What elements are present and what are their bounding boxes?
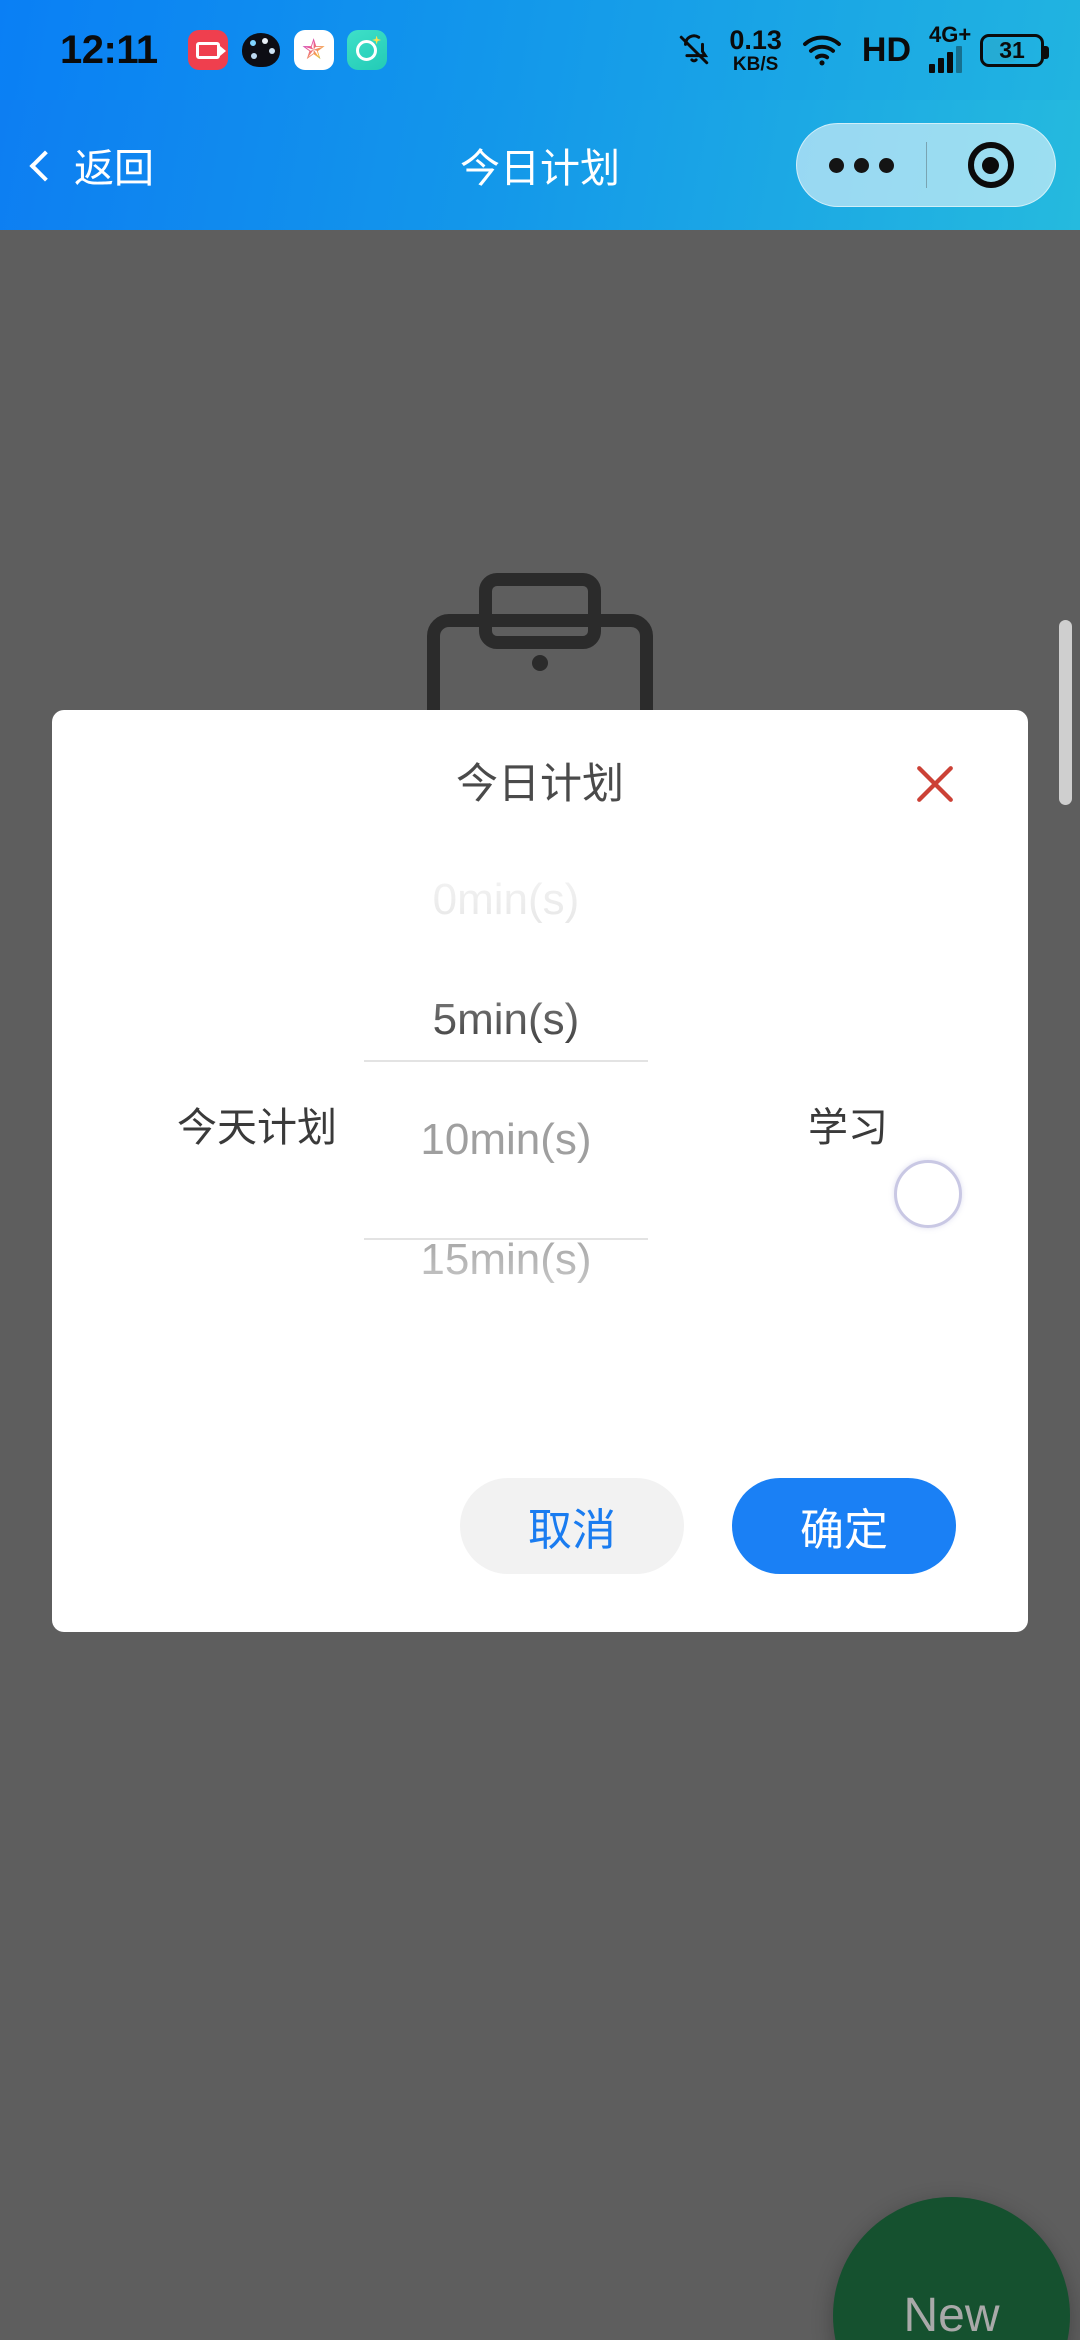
picker-option[interactable]: 15min(s) xyxy=(364,1200,648,1320)
network-speed: 0.13 KB/S xyxy=(729,24,782,75)
bell-off-icon xyxy=(677,32,711,68)
status-bar: 12:11 ✯ 0.13 KB/S HD 4G+ 31 xyxy=(0,0,1080,100)
status-bar-right: 0.13 KB/S HD 4G+ 31 xyxy=(677,22,1080,75)
more-dots-icon[interactable] xyxy=(797,157,926,173)
screen-recorder-icon xyxy=(187,30,228,70)
hd-icon: HD xyxy=(861,30,911,69)
task-group: 学习 xyxy=(712,840,1028,1430)
task-radio[interactable] xyxy=(894,1160,962,1228)
signal-4g-icon: 4G+ xyxy=(929,22,971,73)
miniprogram-capsule xyxy=(796,123,1056,207)
close-x-icon[interactable] xyxy=(906,755,964,813)
dialog-title: 今日计划 xyxy=(455,760,624,807)
target-circle-icon[interactable] xyxy=(927,142,1056,188)
page-scrollbar[interactable] xyxy=(1059,620,1072,805)
status-app-icons: ✯ xyxy=(187,30,387,70)
confirm-button[interactable]: 确定 xyxy=(732,1478,956,1574)
today-plan-dialog: 今日计划 今天计划 0min(s) 5min(s) 10min(s) 15min… xyxy=(52,710,1028,1632)
star-app-icon: ✯ xyxy=(293,30,334,70)
plan-picker-row: 今天计划 0min(s) 5min(s) 10min(s) 15min(s) 学… xyxy=(52,840,1028,1430)
screen-root: 12:11 ✯ 0.13 KB/S HD 4G+ 31 返回 今日计划 New … xyxy=(0,0,1080,2340)
picker-label: 今天计划 xyxy=(177,1106,337,1150)
camera-app-icon xyxy=(346,30,387,70)
back-label: 返回 xyxy=(74,147,154,191)
picker-indicator-top xyxy=(364,1060,648,1062)
picker-option[interactable]: 0min(s) xyxy=(364,840,648,960)
chevron-left-icon xyxy=(29,150,61,182)
task-label: 学习 xyxy=(808,1106,888,1150)
cancel-button[interactable]: 取消 xyxy=(460,1478,684,1574)
status-clock: 12:11 xyxy=(60,27,158,72)
picker-option-selected[interactable]: 5min(s) xyxy=(364,960,648,1080)
nav-bar: 返回 今日计划 xyxy=(0,100,1080,230)
wifi-icon xyxy=(800,33,844,67)
duration-picker[interactable]: 0min(s) 5min(s) 10min(s) 15min(s) xyxy=(364,840,648,1430)
picker-option[interactable]: 10min(s) xyxy=(364,1080,648,1200)
dialog-actions: 取消 确定 xyxy=(52,1478,1028,1574)
status-bar-left: 12:11 ✯ xyxy=(0,28,387,73)
new-task-fab[interactable]: New xyxy=(833,2197,1070,2340)
dialog-header: 今日计划 xyxy=(52,710,1028,840)
battery-icon: 31 xyxy=(980,33,1049,67)
duration-picker-list: 0min(s) 5min(s) 10min(s) 15min(s) xyxy=(364,840,648,1320)
back-button[interactable]: 返回 xyxy=(0,136,154,194)
palette-icon xyxy=(241,30,281,70)
picker-indicator-bottom xyxy=(364,1238,648,1240)
fab-label: New xyxy=(903,2289,1000,2340)
